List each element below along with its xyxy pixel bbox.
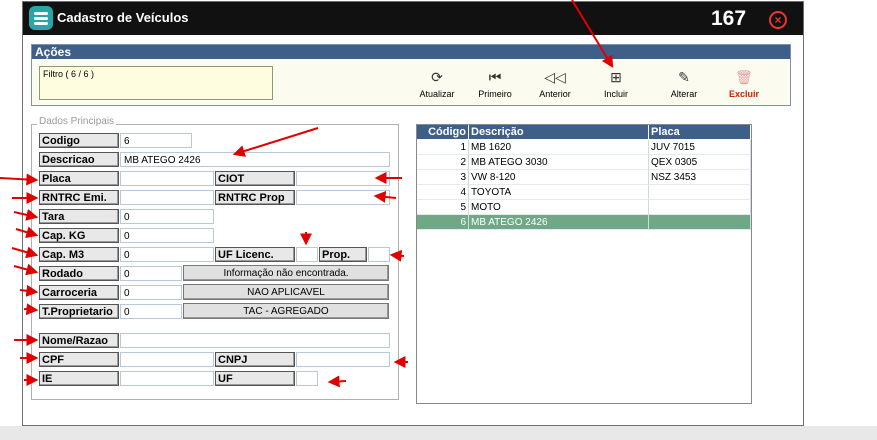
arrow-uf bbox=[327, 375, 347, 388]
arrow-prop bbox=[389, 249, 405, 262]
arrow-carroceria bbox=[19, 284, 39, 297]
arrow-tara bbox=[13, 209, 39, 221]
arrow-t-proprietario bbox=[23, 303, 39, 316]
arrow-placa bbox=[0, 173, 39, 186]
annotation-arrows bbox=[0, 0, 614, 388]
arrow-cap-m3 bbox=[11, 246, 39, 259]
arrow-descricao bbox=[232, 127, 319, 157]
arrow-cap-kg bbox=[15, 226, 39, 238]
arrow-rodado bbox=[13, 263, 39, 276]
arrow-incluir bbox=[571, 0, 614, 69]
bottom-strip bbox=[0, 426, 877, 440]
arrow-rntrc-prop bbox=[373, 190, 397, 203]
